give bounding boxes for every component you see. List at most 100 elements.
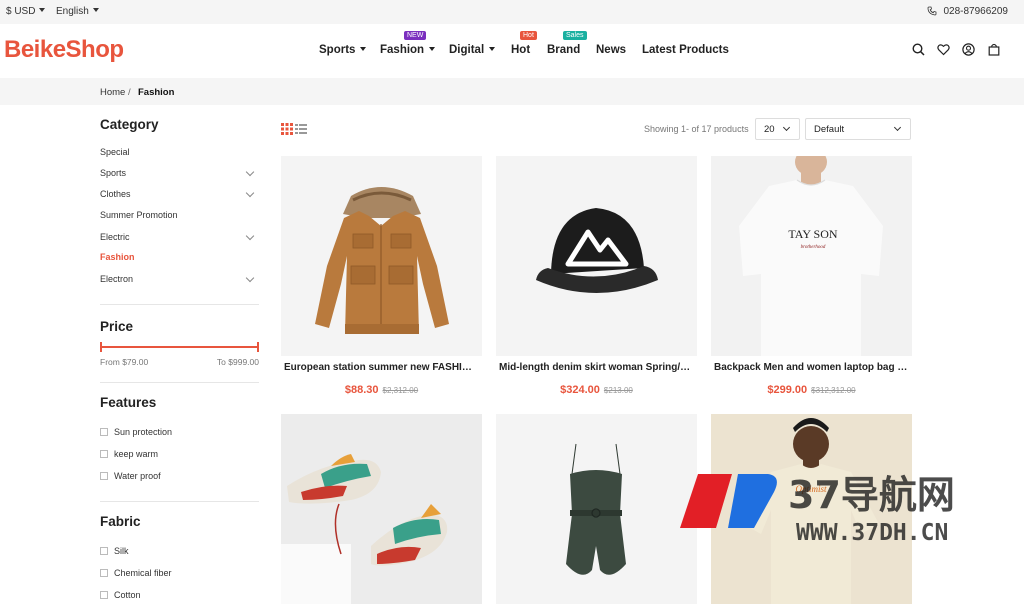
checkbox[interactable] [100,569,108,577]
product-old-price: $312,312.00 [811,386,856,395]
nav-label: Fashion [380,44,425,56]
fabric-title: Fabric [100,514,141,529]
language-label: English [56,6,89,17]
product-old-price: $213.00 [603,386,633,395]
price-slider-min-handle[interactable] [100,342,102,352]
watermark-url: WWW.37DH.CN [796,520,948,546]
price-from-label: From $79.00 [100,357,149,367]
nav-item-sports[interactable]: Sports [319,44,367,56]
fabric-option[interactable]: Chemical fiber [100,568,172,578]
watermark-logo-left [680,474,732,528]
fabric-label: Chemical fiber [114,568,172,578]
product-image-tshirt[interactable]: TAY SON brotherhood [711,156,912,356]
divider [100,382,259,383]
chevron-down-icon[interactable] [245,167,255,177]
nav-item-brand[interactable]: Sales Brand [547,31,587,56]
watermark-logo-right [728,474,777,528]
fabric-option[interactable]: Silk [100,546,129,556]
product-name[interactable]: European station summer new FASHION pr [281,362,482,373]
product-prices: $299.00 $312,312.00 [711,380,912,398]
chevron-down-icon[interactable] [245,273,255,283]
shirt-print-subtext: brotherhood [801,245,826,250]
badge-hot: Hot [520,31,537,40]
product-name[interactable]: Backpack Men and women laptop bag Large [711,362,912,373]
nav-item-news[interactable]: News [596,44,626,56]
sort-value: Default [814,124,845,135]
features-title: Features [100,395,157,410]
sort-select[interactable]: Default [805,118,911,140]
checkbox[interactable] [100,472,108,480]
top-bar: $ USD English 028-87966209 [0,0,1024,24]
account-icon[interactable] [962,43,975,61]
product-image-cap[interactable] [496,156,697,356]
chevron-down-icon[interactable] [245,188,255,198]
chevron-down-icon [893,123,902,132]
product-name[interactable]: Mid-length denim skirt woman Spring/Summ… [496,362,697,373]
nav-label: Hot [511,44,531,56]
nav-item-digital[interactable]: Digital [449,44,496,56]
chevron-down-icon [782,123,791,132]
badge-sales: Sales [563,31,587,40]
chevron-down-icon[interactable] [245,231,255,241]
phone-contact[interactable]: 028-87966209 [927,6,1008,17]
feature-option[interactable]: Water proof [100,471,161,481]
category-label: Clothes [100,189,131,199]
category-label: Special [100,147,130,157]
nav-label: Latest Products [642,44,729,56]
nav-item-fashion[interactable]: NEW Fashion [380,31,436,56]
site-logo[interactable]: BeikeShop [4,36,124,64]
product-prices: $88.30 $2,312.00 [281,380,482,398]
product-image-jacket[interactable] [281,156,482,356]
phone-icon [928,6,937,16]
feature-label: keep warm [114,449,159,459]
checkbox[interactable] [100,547,108,555]
category-item-special[interactable]: Special [100,147,259,157]
feature-option[interactable]: Sun protection [100,427,172,437]
currency-label: $ USD [6,6,36,17]
nav-label: Brand [547,44,581,56]
divider [100,501,259,502]
breadcrumb-current: Fashion [138,87,175,98]
heart-icon[interactable] [937,43,950,61]
fabric-option[interactable]: Cotton [100,590,141,600]
category-label: Summer Promotion [100,210,178,220]
cart-icon[interactable] [988,43,1000,61]
product-price: $324.00 [560,384,600,396]
category-item-clothes[interactable]: Clothes [100,188,259,199]
list-view-icon[interactable] [295,123,307,137]
breadcrumb: Home / Fashion [0,78,1024,105]
nav-item-latest-products[interactable]: Latest Products [642,44,729,56]
category-label: Electron [100,274,134,284]
nav-label: Sports [319,44,356,56]
caret-down-icon [429,47,436,51]
product-price: $88.30 [344,384,379,396]
category-item-sports[interactable]: Sports [100,167,259,178]
breadcrumb-home[interactable]: Home [100,87,125,98]
category-item-electron[interactable]: Electron [100,273,259,284]
caret-down-icon [489,47,496,51]
checkbox[interactable] [100,450,108,458]
category-item-electric[interactable]: Electric [100,231,259,242]
search-icon[interactable] [912,43,925,61]
watermark-text: 37导航网 [788,473,955,517]
product-price: $299.00 [767,384,808,396]
fabric-label: Cotton [114,590,141,600]
category-item-fashion[interactable]: Fashion [100,252,259,262]
shirt-print-text: TAY SON [788,227,837,241]
product-image-sneakers[interactable] [281,414,482,604]
per-page-select[interactable]: 20 [755,118,800,140]
checkbox[interactable] [100,428,108,436]
checkbox[interactable] [100,591,108,599]
price-range-slider[interactable] [100,342,259,352]
grid-view-icon[interactable] [281,123,293,137]
product-prices: $324.00 $213.00 [496,380,697,398]
currency-selector[interactable]: $ USD [6,6,46,17]
feature-label: Sun protection [114,427,173,437]
nav-item-hot[interactable]: Hot Hot [511,31,537,56]
product-image-romper[interactable] [496,414,697,604]
language-selector[interactable]: English [56,6,99,17]
price-slider-max-handle[interactable] [257,342,259,352]
feature-option[interactable]: keep warm [100,449,158,459]
breadcrumb-separator: / [128,87,131,98]
category-item-summer-promotion[interactable]: Summer Promotion [100,210,259,220]
